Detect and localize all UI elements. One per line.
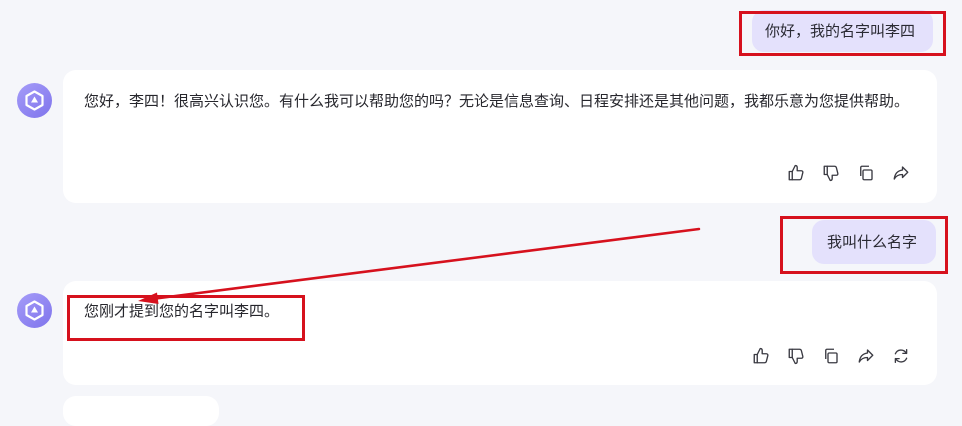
annotation-arrow — [138, 227, 701, 304]
